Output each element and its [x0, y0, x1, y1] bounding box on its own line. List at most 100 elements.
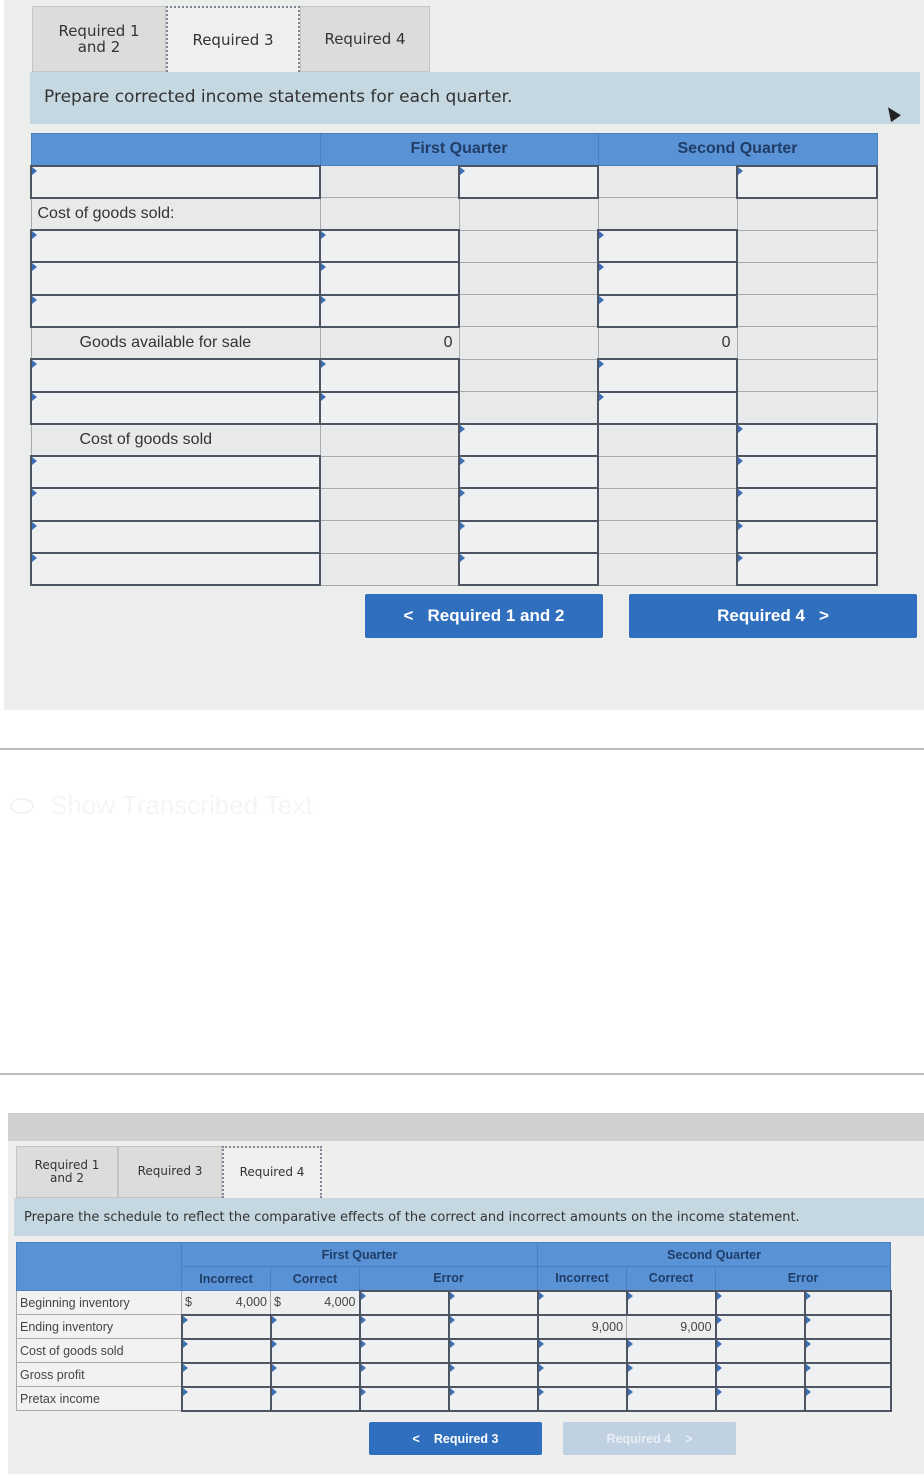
- amount-input[interactable]: [269, 1313, 361, 1340]
- amount-input[interactable]: [269, 1337, 361, 1364]
- amount-input[interactable]: [714, 1337, 806, 1364]
- next-required-4-button-disabled[interactable]: Required 4 >: [563, 1422, 736, 1455]
- amount-input[interactable]: [736, 164, 879, 199]
- amount-input[interactable]: [269, 1361, 361, 1388]
- dollar-sign: $: [274, 1295, 281, 1310]
- amount-input[interactable]: [736, 422, 879, 458]
- amount-input[interactable]: [447, 1289, 539, 1316]
- amount-input[interactable]: [625, 1337, 717, 1364]
- amount-input[interactable]: [803, 1361, 892, 1388]
- header-first-quarter: First Quarter: [319, 133, 599, 166]
- amount-input[interactable]: [597, 261, 739, 296]
- cell: [458, 294, 599, 328]
- label-input[interactable]: [30, 261, 321, 296]
- prev-required-1-and-2-button[interactable]: < Required 1 and 2: [365, 594, 603, 638]
- instruction-text: Prepare corrected income statements for …: [30, 72, 920, 124]
- label-input[interactable]: [30, 358, 321, 393]
- amount-input[interactable]: [457, 455, 600, 490]
- amount-input[interactable]: [180, 1385, 272, 1412]
- label-input[interactable]: [30, 229, 321, 264]
- amount-input[interactable]: [319, 358, 460, 393]
- amount-input[interactable]: [625, 1385, 717, 1412]
- amount-input[interactable]: [803, 1337, 892, 1364]
- amount-input[interactable]: [714, 1313, 806, 1340]
- amount-input[interactable]: [597, 229, 739, 264]
- group-header-row: First Quarter Second Quarter: [16, 1242, 892, 1291]
- amount-input[interactable]: [358, 1385, 450, 1412]
- header-blank: [30, 133, 321, 166]
- amount-input[interactable]: [457, 164, 600, 199]
- amount-input[interactable]: [714, 1385, 806, 1412]
- label-input[interactable]: [30, 390, 321, 425]
- amount-input[interactable]: [536, 1385, 628, 1412]
- amount-input[interactable]: [457, 487, 600, 522]
- table-header-row: First Quarter Second Quarter: [30, 133, 878, 166]
- amount-input[interactable]: [358, 1361, 450, 1388]
- label-input[interactable]: [30, 552, 321, 587]
- amount-input[interactable]: [457, 422, 600, 458]
- label-input[interactable]: [30, 164, 321, 199]
- tab-required-3[interactable]: Required 3: [166, 6, 300, 72]
- amount-input[interactable]: [736, 487, 879, 522]
- given-value: $4,000: [181, 1290, 271, 1315]
- amount-input[interactable]: [180, 1337, 272, 1364]
- table-row: Ending inventory 9,000 9,000: [16, 1313, 892, 1340]
- amount-input[interactable]: [319, 293, 460, 328]
- amount-input[interactable]: [457, 519, 600, 555]
- amount-input[interactable]: [536, 1289, 628, 1316]
- amount-input[interactable]: [597, 390, 739, 425]
- cell: [736, 326, 878, 360]
- amount-input[interactable]: [319, 390, 460, 425]
- amount-input[interactable]: [358, 1337, 450, 1364]
- amount-input[interactable]: [180, 1361, 272, 1388]
- amount-input[interactable]: [536, 1337, 628, 1364]
- amount-input[interactable]: [447, 1385, 539, 1412]
- amount-input[interactable]: [803, 1385, 892, 1412]
- amount-input[interactable]: [803, 1289, 892, 1316]
- label-input[interactable]: [30, 519, 321, 555]
- amount-input[interactable]: [447, 1313, 539, 1340]
- header-q2-error: Error: [715, 1266, 892, 1291]
- row-label: Cost of goods sold:: [30, 197, 321, 231]
- amount-input[interactable]: [457, 552, 600, 587]
- amount-input[interactable]: [269, 1385, 361, 1412]
- tab-required-4[interactable]: Required 4: [300, 6, 430, 72]
- computed-value: 0: [597, 326, 738, 360]
- prev-required-3-button[interactable]: < Required 3: [369, 1422, 542, 1455]
- amount-input[interactable]: [358, 1313, 450, 1340]
- amount-input[interactable]: [736, 552, 879, 587]
- table-row: [30, 261, 878, 296]
- amount-input[interactable]: [736, 519, 879, 555]
- cell: [458, 229, 599, 263]
- next-required-4-button[interactable]: Required 4 >: [629, 594, 917, 638]
- amount-input[interactable]: [597, 358, 739, 393]
- table-row: Gross profit: [16, 1361, 892, 1388]
- amount-input[interactable]: [319, 229, 460, 264]
- label-input[interactable]: [30, 487, 321, 522]
- amount-input[interactable]: [319, 261, 460, 296]
- amount-input[interactable]: [447, 1337, 539, 1364]
- row-label: Ending inventory: [16, 1314, 182, 1339]
- tab-required-4[interactable]: Required 4: [222, 1146, 322, 1198]
- label-input[interactable]: [30, 293, 321, 328]
- amount-input[interactable]: [625, 1361, 717, 1388]
- amount-input[interactable]: [803, 1313, 892, 1340]
- tab-required-3[interactable]: Required 3: [118, 1146, 222, 1198]
- amount-input[interactable]: [736, 455, 879, 490]
- label-input[interactable]: [30, 455, 321, 490]
- amount-input[interactable]: [625, 1289, 717, 1316]
- show-transcribed-text-link[interactable]: Show Transcribed Text: [10, 790, 313, 821]
- cell: [458, 326, 599, 360]
- given-value: 9,000: [537, 1314, 628, 1339]
- amount-input[interactable]: [714, 1289, 806, 1316]
- amount-input[interactable]: [714, 1361, 806, 1388]
- cell: [736, 261, 878, 296]
- tab-required-1-and-2[interactable]: Required 1 and 2: [32, 6, 166, 72]
- button-label: Required 4: [717, 606, 805, 625]
- tab-required-1-and-2[interactable]: Required 1 and 2: [16, 1146, 118, 1198]
- amount-input[interactable]: [536, 1361, 628, 1388]
- amount-input[interactable]: [180, 1313, 272, 1340]
- amount-input[interactable]: [358, 1289, 450, 1316]
- amount-input[interactable]: [597, 293, 739, 328]
- amount-input[interactable]: [447, 1361, 539, 1388]
